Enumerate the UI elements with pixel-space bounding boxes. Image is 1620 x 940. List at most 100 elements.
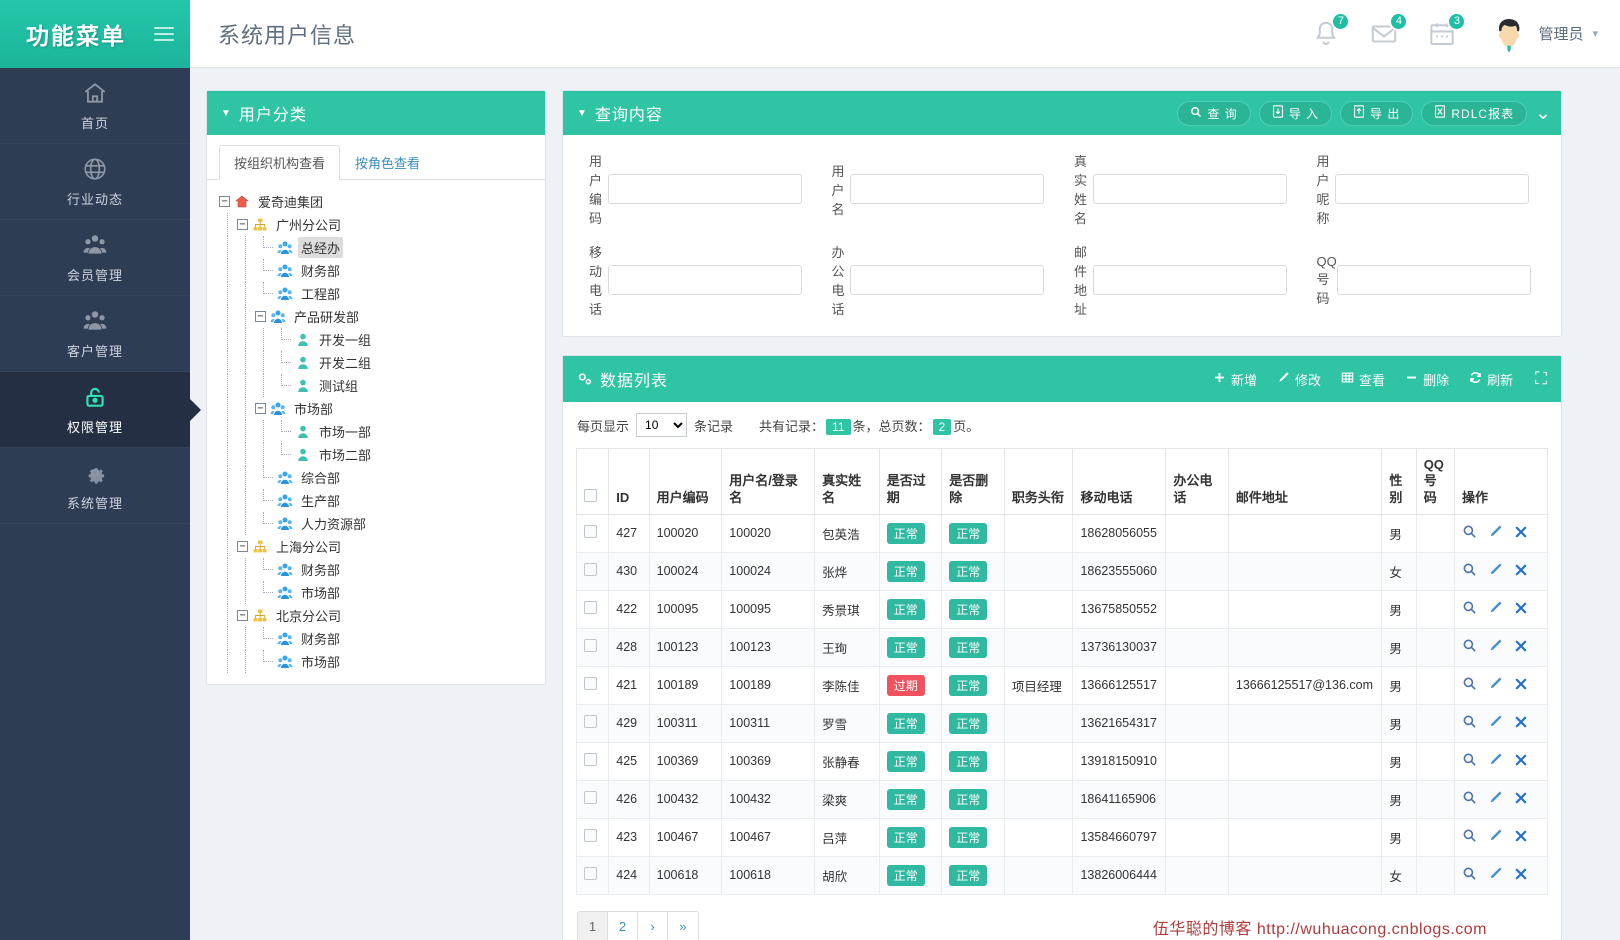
row-checkbox[interactable] [584, 791, 597, 804]
magnifier-icon[interactable] [1462, 714, 1477, 732]
row-checkbox[interactable] [584, 677, 597, 690]
triangle-down-icon[interactable]: ▼ [577, 108, 588, 119]
tree-node[interactable]: 财务部 [219, 558, 539, 581]
tree-node[interactable]: 工程部 [219, 282, 539, 305]
table-row[interactable]: 429100311100311罗雪正常正常13621654317男 [577, 704, 1548, 742]
close-x-icon[interactable] [1514, 829, 1528, 846]
list-button-3[interactable]: 查看 [1341, 370, 1385, 389]
sidebar-item-4[interactable]: 客户管理 [0, 296, 190, 372]
tree-node[interactable]: −爱奇迪集团 [219, 190, 539, 213]
user-menu[interactable]: 管理员 ▾ [1489, 14, 1598, 54]
row-checkbox[interactable] [584, 715, 597, 728]
cell-actions[interactable] [1455, 666, 1548, 704]
row-checkbox[interactable] [584, 829, 597, 842]
page-button-1[interactable]: 1 [578, 912, 608, 940]
tree-node[interactable]: −北京分公司 [219, 604, 539, 627]
pencil-icon[interactable] [1488, 752, 1503, 770]
expand-icon[interactable]: ⛶ [1535, 369, 1547, 389]
cell-actions[interactable] [1455, 704, 1548, 742]
sidebar-item-3[interactable]: 会员管理 [0, 220, 190, 296]
tree-node[interactable]: 开发二组 [219, 351, 539, 374]
tree-toggle-icon[interactable]: − [237, 541, 248, 552]
row-checkbox[interactable] [584, 639, 597, 652]
close-x-icon[interactable] [1514, 677, 1528, 694]
cell-actions[interactable] [1455, 818, 1548, 856]
pencil-icon[interactable] [1488, 676, 1503, 694]
close-x-icon[interactable] [1514, 525, 1528, 542]
table-row[interactable]: 421100189100189李陈佳过期正常项目经理13666125517136… [577, 666, 1548, 704]
query-button-3[interactable]: 导 出 [1340, 101, 1413, 126]
query-input-2-2[interactable] [850, 265, 1044, 295]
cell-select[interactable] [577, 628, 609, 666]
table-row[interactable]: 428100123100123王珣正常正常13736130037男 [577, 628, 1548, 666]
query-button-1[interactable]: 查 询 [1177, 101, 1250, 126]
row-checkbox[interactable] [584, 525, 597, 538]
query-input-2-1[interactable] [608, 265, 802, 295]
table-row[interactable]: 422100095100095秀景琪正常正常13675850552男 [577, 590, 1548, 628]
magnifier-icon[interactable] [1462, 752, 1477, 770]
sidebar-item-1[interactable]: 首页 [0, 68, 190, 144]
select-all-checkbox[interactable] [584, 489, 597, 502]
table-row[interactable]: 426100432100432梁爽正常正常18641165906男 [577, 780, 1548, 818]
cell-select[interactable] [577, 780, 609, 818]
cell-select[interactable] [577, 552, 609, 590]
tree-node[interactable]: 市场二部 [219, 443, 539, 466]
row-checkbox[interactable] [584, 753, 597, 766]
tree-toggle-icon[interactable]: − [237, 219, 248, 230]
cell-select[interactable] [577, 590, 609, 628]
cell-select[interactable] [577, 514, 609, 552]
query-input-1-3[interactable] [1093, 174, 1287, 204]
tree-toggle-icon[interactable]: − [219, 196, 230, 207]
tree-node[interactable]: 总经办 [219, 236, 539, 259]
cell-actions[interactable] [1455, 590, 1548, 628]
tree-node[interactable]: 生产部 [219, 489, 539, 512]
cell-select[interactable] [577, 666, 609, 704]
tree-node[interactable]: 测试组 [219, 374, 539, 397]
tree-tab-1[interactable]: 按组织机构查看 [219, 145, 340, 180]
pencil-icon[interactable] [1488, 638, 1503, 656]
list-button-2[interactable]: 修改 [1277, 370, 1321, 389]
tree-node[interactable]: −广州分公司 [219, 213, 539, 236]
tree-node[interactable]: 财务部 [219, 627, 539, 650]
sidebar-item-6[interactable]: 系统管理 [0, 448, 190, 524]
query-input-1-2[interactable] [850, 174, 1044, 204]
tree-node[interactable]: 市场一部 [219, 420, 539, 443]
list-button-1[interactable]: 新增 [1213, 370, 1257, 389]
tree-node[interactable]: −产品研发部 [219, 305, 539, 328]
row-checkbox[interactable] [584, 563, 597, 576]
cell-select[interactable] [577, 818, 609, 856]
magnifier-icon[interactable] [1462, 676, 1477, 694]
tree-node[interactable]: −上海分公司 [219, 535, 539, 558]
cell-actions[interactable] [1455, 780, 1548, 818]
table-row[interactable]: 423100467100467吕萍正常正常13584660797男 [577, 818, 1548, 856]
row-checkbox[interactable] [584, 867, 597, 880]
calendar-button[interactable]: 3 [1427, 19, 1457, 49]
query-input-2-3[interactable] [1093, 265, 1287, 295]
pencil-icon[interactable] [1488, 524, 1503, 542]
messages-button[interactable]: 4 [1369, 19, 1399, 49]
close-x-icon[interactable] [1514, 791, 1528, 808]
list-button-5[interactable]: 刷新 [1469, 370, 1513, 389]
table-row[interactable]: 424100618100618胡欣正常正常13826006444女 [577, 856, 1548, 894]
page-button-4[interactable]: » [668, 912, 698, 940]
row-checkbox[interactable] [584, 601, 597, 614]
cell-actions[interactable] [1455, 742, 1548, 780]
close-x-icon[interactable] [1514, 715, 1528, 732]
query-button-4[interactable]: RDLC报表 [1421, 101, 1527, 126]
cell-select[interactable] [577, 856, 609, 894]
close-x-icon[interactable] [1514, 563, 1528, 580]
magnifier-icon[interactable] [1462, 866, 1477, 884]
table-row[interactable]: 430100024100024张烨正常正常18623555060女 [577, 552, 1548, 590]
page-button-3[interactable]: › [638, 912, 668, 940]
tree-node[interactable]: 财务部 [219, 259, 539, 282]
chevron-down-icon[interactable]: ▾ [1592, 27, 1598, 40]
tree-toggle-icon[interactable]: − [255, 403, 266, 414]
sidebar-item-5[interactable]: 权限管理 [0, 372, 190, 448]
hamburger-icon[interactable] [154, 27, 174, 41]
tree-toggle-icon[interactable]: − [237, 610, 248, 621]
tree-node[interactable]: 开发一组 [219, 328, 539, 351]
magnifier-icon[interactable] [1462, 600, 1477, 618]
close-x-icon[interactable] [1514, 753, 1528, 770]
table-row[interactable]: 425100369100369张静春正常正常13918150910男 [577, 742, 1548, 780]
query-input-1-4[interactable] [1335, 174, 1529, 204]
